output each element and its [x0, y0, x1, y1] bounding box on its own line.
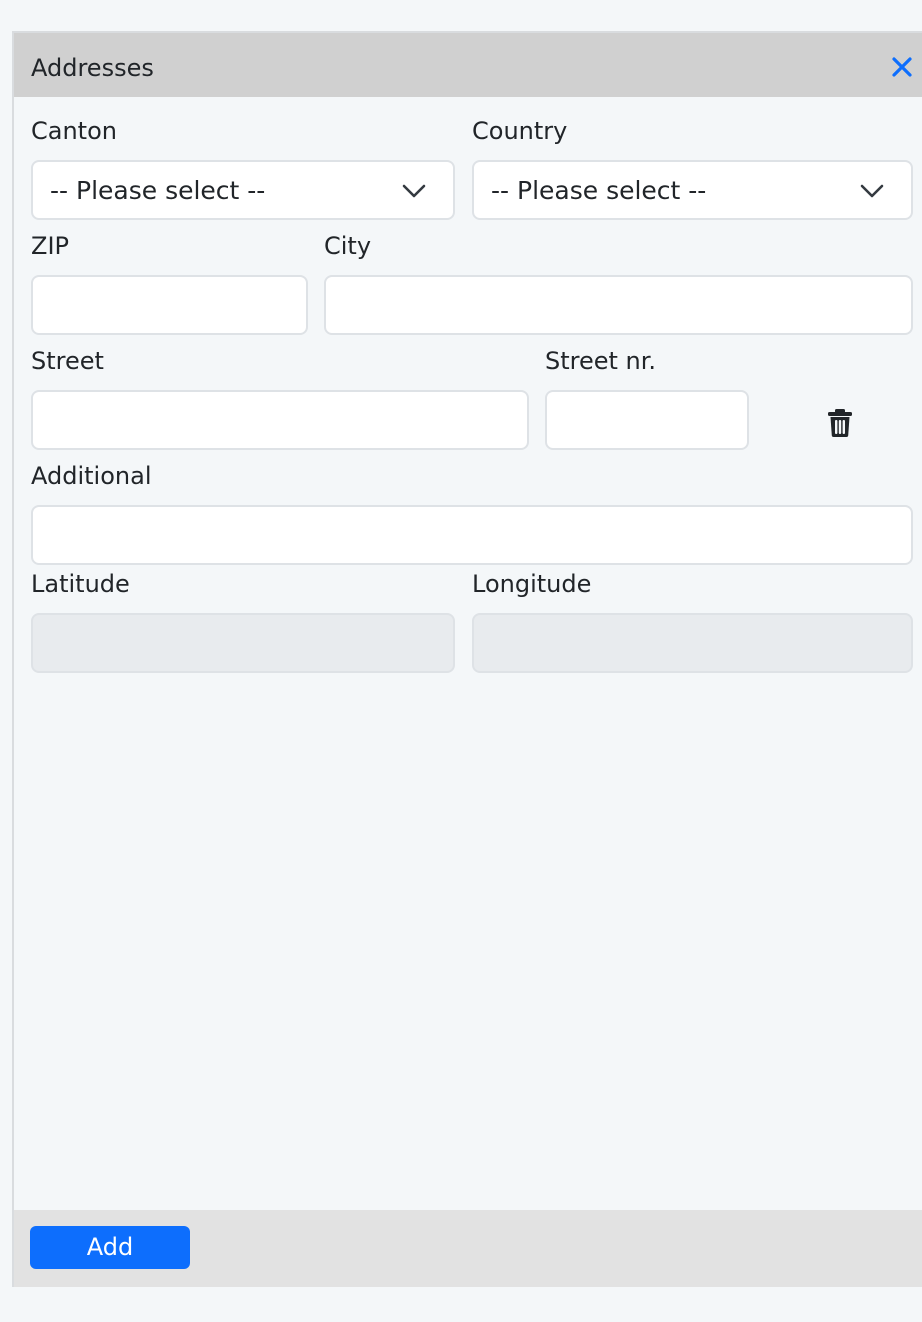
latitude-label: Latitude: [31, 570, 130, 598]
canton-selected-value: -- Please select --: [50, 176, 266, 205]
latitude-input: [33, 615, 453, 671]
zip-input[interactable]: [33, 277, 306, 333]
additional-field[interactable]: [31, 505, 913, 565]
add-button[interactable]: Add: [30, 1226, 190, 1269]
city-field[interactable]: [324, 275, 913, 335]
zip-field[interactable]: [31, 275, 308, 335]
street-nr-input[interactable]: [547, 392, 747, 448]
country-select[interactable]: -- Please select --: [472, 160, 913, 220]
chevron-down-icon: [860, 184, 884, 198]
trash-icon: [828, 409, 852, 437]
close-icon: [892, 57, 912, 77]
panel-footer: Add: [14, 1210, 922, 1287]
country-label: Country: [472, 117, 568, 145]
zip-label: ZIP: [31, 232, 69, 260]
panel-header: Addresses: [14, 33, 922, 97]
additional-label: Additional: [31, 462, 152, 490]
latitude-field: [31, 613, 455, 673]
city-input[interactable]: [326, 277, 911, 333]
canton-label: Canton: [31, 117, 117, 145]
country-selected-value: -- Please select --: [491, 176, 707, 205]
addresses-panel: Addresses Canton -- Please select -- Cou…: [12, 31, 922, 1287]
street-nr-field[interactable]: [545, 390, 749, 450]
city-label: City: [324, 232, 372, 260]
street-nr-label: Street nr.: [545, 347, 657, 375]
delete-address-button[interactable]: [826, 408, 854, 438]
street-label: Street: [31, 347, 104, 375]
close-button[interactable]: [890, 55, 914, 79]
additional-input[interactable]: [33, 507, 911, 563]
street-input[interactable]: [33, 392, 527, 448]
longitude-label: Longitude: [472, 570, 592, 598]
panel-title: Addresses: [31, 54, 154, 82]
longitude-input: [474, 615, 911, 671]
street-field[interactable]: [31, 390, 529, 450]
longitude-field: [472, 613, 913, 673]
canton-select[interactable]: -- Please select --: [31, 160, 455, 220]
chevron-down-icon: [402, 184, 426, 198]
